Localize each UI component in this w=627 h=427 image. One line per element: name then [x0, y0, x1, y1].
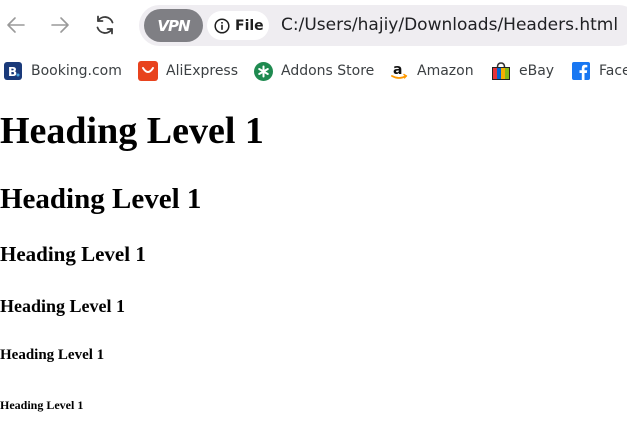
bookmark-label: AliExpress — [166, 63, 239, 79]
svg-text:a: a — [393, 62, 402, 78]
aliexpress-icon — [138, 61, 158, 81]
site-info-label: File — [235, 17, 264, 34]
url-text[interactable]: C:/Users/hajiy/Downloads/Headers.html — [281, 15, 618, 35]
bookmark-label: Booking.com — [31, 63, 122, 79]
bookmark-booking[interactable]: B Booking.com — [3, 61, 122, 81]
bookmarks-bar: B Booking.com AliExpress Addons Store a — [0, 52, 627, 90]
heading-h5: Heading Level 1 — [0, 347, 105, 363]
reload-button[interactable] — [90, 10, 120, 40]
bookmark-ebay[interactable]: eBay — [491, 61, 554, 81]
vpn-button[interactable]: VPN — [144, 9, 203, 42]
browser-toolbar: VPN File C:/Users/hajiy/Downloads/Header… — [0, 0, 627, 52]
bookmark-label: eBay — [519, 63, 555, 79]
forward-button[interactable] — [45, 10, 75, 40]
heading-h1: Heading Level 1 — [0, 110, 264, 152]
amazon-icon: a — [389, 61, 409, 81]
site-info-button[interactable]: File — [207, 11, 269, 40]
page-content: Heading Level 1 Heading Level 1 Heading … — [0, 90, 627, 427]
svg-text:B: B — [8, 65, 17, 79]
arrow-right-icon — [49, 14, 71, 36]
addons-store-icon — [253, 61, 273, 81]
address-bar[interactable]: VPN File C:/Users/hajiy/Downloads/Header… — [139, 5, 627, 46]
vpn-label: VPN — [157, 16, 190, 35]
bookmark-amazon[interactable]: a Amazon — [389, 61, 474, 81]
bookmark-label: Amazon — [417, 63, 474, 79]
facebook-icon — [571, 61, 591, 81]
ebay-icon — [491, 61, 511, 81]
bookmark-label: Face — [599, 63, 627, 79]
heading-h4: Heading Level 1 — [0, 296, 125, 316]
reload-icon — [93, 13, 117, 37]
heading-h6: Heading Level 1 — [0, 398, 84, 412]
bookmark-aliexpress[interactable]: AliExpress — [138, 61, 238, 81]
info-icon — [214, 17, 230, 34]
bookmark-addons-store[interactable]: Addons Store — [253, 61, 374, 81]
bookmark-label: Addons Store — [281, 63, 375, 79]
back-button[interactable] — [1, 10, 31, 40]
arrow-left-icon — [5, 14, 27, 36]
heading-h3: Heading Level 1 — [0, 242, 146, 266]
booking-icon: B — [3, 61, 23, 81]
heading-h2: Heading Level 1 — [0, 183, 202, 215]
bookmark-facebook[interactable]: Face — [571, 61, 627, 81]
